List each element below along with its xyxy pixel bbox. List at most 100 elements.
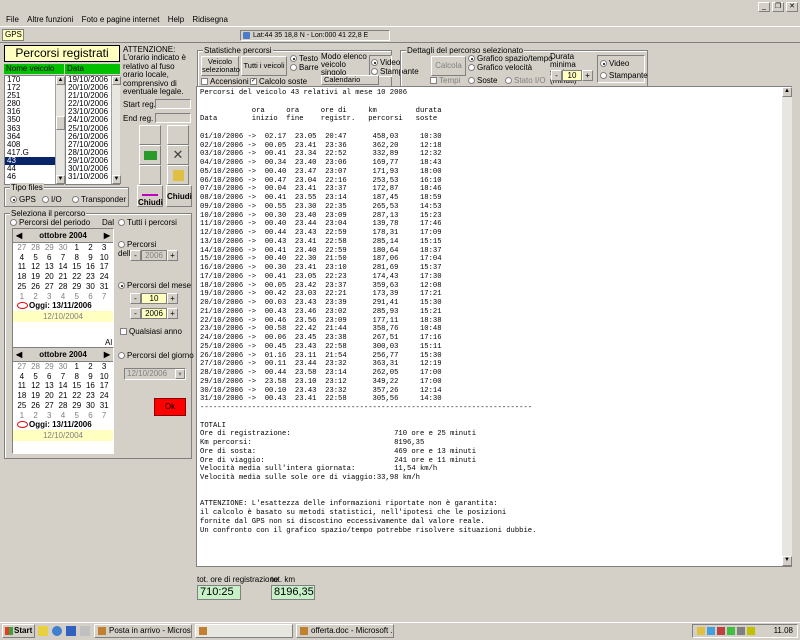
calendar-day[interactable]: 2 <box>29 411 43 421</box>
opt-tempi[interactable]: Tempi <box>430 76 460 85</box>
opt-text[interactable]: Testo <box>290 54 318 63</box>
calendar-from[interactable]: ◀ ottobre 2004 ▶ 27 28 29 30 1 2 3 4 5 6 7 8 9 10 11 12 13… <box>12 228 114 350</box>
calendar-day[interactable]: 25 <box>15 401 29 411</box>
calendar-day[interactable]: 3 <box>42 411 56 421</box>
calendar-day[interactable]: 5 <box>70 411 84 421</box>
any-year-checkbox[interactable]: Qualsiasi anno <box>120 327 182 336</box>
calendar-day[interactable]: 10 <box>97 372 111 382</box>
calendar-day[interactable]: 1 <box>70 362 84 372</box>
calendar-day[interactable]: 12 <box>29 381 43 391</box>
tray-icon[interactable] <box>727 627 735 635</box>
calendar-day[interactable]: 11 <box>15 381 29 391</box>
calendar-day[interactable]: 3 <box>97 243 111 253</box>
calendar-day[interactable]: 30 <box>56 243 70 253</box>
next-month-icon[interactable]: ▶ <box>104 229 110 243</box>
tool-line-icon[interactable] <box>167 125 189 145</box>
calendar-day[interactable]: 21 <box>56 391 70 401</box>
calendar-day[interactable]: 2 <box>84 243 98 253</box>
menu-ridisegna[interactable]: Ridisegna <box>192 13 228 27</box>
details-opt-video[interactable]: Video <box>600 59 629 68</box>
stops-checkbox[interactable]: ✓ Calcolo soste <box>250 77 307 86</box>
filetype-io[interactable]: I/O <box>42 195 62 204</box>
menu-file[interactable]: File <box>6 13 19 27</box>
calendar-day[interactable]: 5 <box>29 253 43 263</box>
tool-pencil-icon[interactable] <box>139 165 161 185</box>
period-option[interactable]: Percorsi del periodo <box>10 218 90 227</box>
calendar-day[interactable]: 1 <box>15 292 29 302</box>
opt-io[interactable]: Stato I/O <box>505 76 546 85</box>
calendar-day[interactable]: 8 <box>70 253 84 263</box>
min-stop-value[interactable]: 10 <box>562 70 582 81</box>
cross-icon[interactable]: ✕ <box>167 145 189 165</box>
calendar-day[interactable]: 13 <box>42 381 56 391</box>
calendar-day[interactable]: 27 <box>42 282 56 292</box>
calendar-day[interactable]: 9 <box>84 372 98 382</box>
calendar-day[interactable]: 4 <box>56 292 70 302</box>
menu-help[interactable]: Help <box>168 13 184 27</box>
tray-icon[interactable] <box>717 627 725 635</box>
scroll-down-icon[interactable]: ▼ <box>112 175 121 184</box>
calendar-button[interactable]: Calendario <box>321 75 379 85</box>
all-routes-option[interactable]: Tutti i percorsi <box>118 218 177 227</box>
calendar-day[interactable]: 11 <box>15 262 29 272</box>
taskbar-item-doc[interactable]: offerta.doc - Microsoft ... <box>296 624 394 638</box>
today-label[interactable]: Oggi: 13/11/2006 <box>13 301 113 311</box>
prev-month-icon[interactable]: ◀ <box>16 229 22 243</box>
desktop-icon[interactable] <box>80 626 90 636</box>
report-text[interactable]: Percorsi del veicolo 43 relativi al mese… <box>196 86 792 567</box>
calendar-day[interactable]: 6 <box>42 253 56 263</box>
calendar-day[interactable]: 1 <box>15 411 29 421</box>
calendar-day[interactable]: 30 <box>84 282 98 292</box>
calendar-day[interactable]: 12 <box>29 262 43 272</box>
taskbar-item-app[interactable] <box>195 624 293 638</box>
month-year-stepper[interactable]: - 2006 + <box>130 308 178 319</box>
calendar-day[interactable]: 16 <box>84 381 98 391</box>
increment-icon[interactable]: + <box>582 70 593 81</box>
tool-wrench-icon[interactable] <box>139 125 161 145</box>
calendar-day[interactable]: 5 <box>70 292 84 302</box>
calendar-day[interactable]: 25 <box>15 282 29 292</box>
calendar-day[interactable]: 14 <box>56 262 70 272</box>
selected-vehicle-button[interactable]: Veicolo selezionato <box>201 56 240 76</box>
calendar-day[interactable]: 29 <box>42 243 56 253</box>
opt-bars[interactable]: Barre <box>290 63 319 72</box>
month-year-value[interactable]: 2006 <box>141 308 167 319</box>
calendar-day[interactable]: 19 <box>29 391 43 401</box>
calendar-day[interactable]: 23 <box>84 272 98 282</box>
calendar-day[interactable]: 24 <box>97 391 111 401</box>
calendar-day[interactable]: 28 <box>56 401 70 411</box>
calendar-day[interactable]: 2 <box>84 362 98 372</box>
calendar-day[interactable]: 4 <box>15 253 29 263</box>
calendar-day[interactable]: 27 <box>42 401 56 411</box>
filetype-gps[interactable]: GPS <box>10 195 36 204</box>
calendar-day[interactable]: 20 <box>42 391 56 401</box>
calendar-day[interactable]: 23 <box>84 391 98 401</box>
start-button[interactable]: Start <box>2 624 35 638</box>
calendar-day[interactable]: 28 <box>29 243 43 253</box>
month-value[interactable]: 10 <box>141 293 167 304</box>
chiudi-button-2[interactable]: Chiudi <box>166 185 192 207</box>
minimize-button[interactable]: _ <box>758 2 770 12</box>
increment-icon[interactable]: + <box>167 308 178 319</box>
calendar-day[interactable]: 3 <box>97 362 111 372</box>
calendar-day[interactable]: 18 <box>15 391 29 401</box>
tray-icon[interactable] <box>747 627 755 635</box>
calendar-day[interactable]: 31 <box>97 401 111 411</box>
calendar-day[interactable]: 9 <box>84 253 98 263</box>
calendar-day[interactable]: 26 <box>29 401 43 411</box>
tray-icon[interactable] <box>697 627 705 635</box>
scroll-thumb[interactable] <box>56 116 65 130</box>
scroll-down-icon[interactable]: ▼ <box>56 175 65 184</box>
calendar-day[interactable]: 28 <box>56 282 70 292</box>
decrement-icon[interactable]: - <box>551 70 562 81</box>
quicklaunch-icon[interactable] <box>38 626 48 636</box>
mail-icon[interactable] <box>66 626 76 636</box>
calendar-day[interactable]: 10 <box>97 253 111 263</box>
calendar-day[interactable]: 29 <box>42 362 56 372</box>
calendar-day[interactable]: 15 <box>70 262 84 272</box>
decrement-icon[interactable]: - <box>130 293 141 304</box>
calendar-day[interactable]: 4 <box>56 411 70 421</box>
close-button[interactable]: ✕ <box>786 2 798 12</box>
calendar-day[interactable]: 22 <box>70 391 84 401</box>
accensioni-checkbox[interactable]: Accensioni <box>201 77 249 86</box>
